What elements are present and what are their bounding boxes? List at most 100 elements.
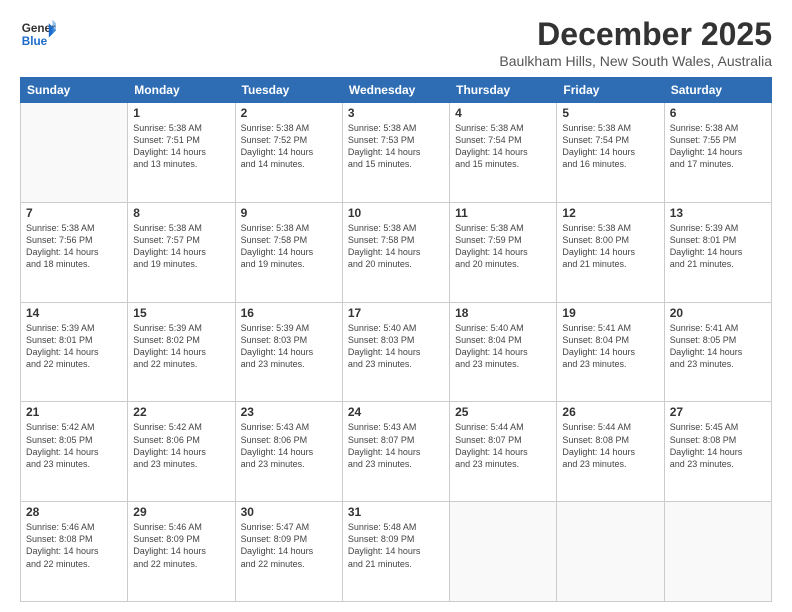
day-number: 3 [348,106,444,120]
calendar-cell: 30 Sunrise: 5:47 AMSunset: 8:09 PMDayligh… [235,502,342,602]
calendar-cell: 14Sunrise: 5:39 AMSunset: 8:01 PMDayligh… [21,302,128,402]
day-number: 11 [455,206,551,220]
day-number: 6 [670,106,766,120]
calendar-cell: 21 Sunrise: 5:42 AMSunset: 8:05 PMDayligh… [21,402,128,502]
cell-info: Sunrise: 5:38 AMSunset: 7:55 PMDaylight:… [670,122,766,171]
cell-info: Sunrise: 5:38 AMSunset: 7:53 PMDaylight:… [348,122,444,171]
calendar-cell: 1Sunrise: 5:38 AMSunset: 7:51 PMDaylight… [128,103,235,203]
day-header-wednesday: Wednesday [342,78,449,103]
calendar-cell: 24 Sunrise: 5:43 AMSunset: 8:07 PMDayligh… [342,402,449,502]
week-row-2: 14Sunrise: 5:39 AMSunset: 8:01 PMDayligh… [21,302,772,402]
day-number: 27 [670,405,766,419]
day-number: 21 [26,405,122,419]
calendar-cell [21,103,128,203]
day-number: 10 [348,206,444,220]
week-row-1: 7 Sunrise: 5:38 AMSunset: 7:56 PMDaylight… [21,202,772,302]
calendar-cell: 23Sunrise: 5:43 AMSunset: 8:06 PMDayligh… [235,402,342,502]
day-number: 19 [562,306,658,320]
day-header-tuesday: Tuesday [235,78,342,103]
day-number: 7 [26,206,122,220]
week-row-3: 21 Sunrise: 5:42 AMSunset: 8:05 PMDayligh… [21,402,772,502]
cell-info: Sunrise: 5:38 AMSunset: 7:57 PMDaylight:… [133,222,229,271]
calendar-cell: 16 Sunrise: 5:39 AMSunset: 8:03 PMDayligh… [235,302,342,402]
location: Baulkham Hills, New South Wales, Austral… [499,53,772,69]
day-number: 2 [241,106,337,120]
cell-info: Sunrise: 5:38 AMSunset: 7:51 PMDaylight:… [133,122,229,171]
calendar-cell [557,502,664,602]
calendar-cell: 3 Sunrise: 5:38 AMSunset: 7:53 PMDaylight… [342,103,449,203]
title-block: December 2025 Baulkham Hills, New South … [499,16,772,69]
day-number: 24 [348,405,444,419]
cell-info: Sunrise: 5:41 AMSunset: 8:05 PMDaylight:… [670,322,766,371]
cell-info: Sunrise: 5:40 AMSunset: 8:03 PMDaylight:… [348,322,444,371]
day-number: 26 [562,405,658,419]
calendar-table: SundayMondayTuesdayWednesdayThursdayFrid… [20,77,772,602]
page: General Blue December 2025 Baulkham Hill… [0,0,792,612]
day-header-thursday: Thursday [450,78,557,103]
calendar-cell: 18Sunrise: 5:40 AMSunset: 8:04 PMDayligh… [450,302,557,402]
cell-info: Sunrise: 5:46 AMSunset: 8:08 PMDaylight:… [26,521,122,570]
day-header-friday: Friday [557,78,664,103]
cell-info: Sunrise: 5:38 AMSunset: 7:56 PMDaylight:… [26,222,122,271]
calendar-cell [664,502,771,602]
calendar-cell: 7 Sunrise: 5:38 AMSunset: 7:56 PMDaylight… [21,202,128,302]
day-number: 5 [562,106,658,120]
day-number: 12 [562,206,658,220]
cell-info: Sunrise: 5:38 AMSunset: 7:54 PMDaylight:… [562,122,658,171]
day-number: 14 [26,306,122,320]
cell-info: Sunrise: 5:47 AMSunset: 8:09 PMDaylight:… [241,521,337,570]
calendar-cell: 29 Sunrise: 5:46 AMSunset: 8:09 PMDayligh… [128,502,235,602]
calendar-cell: 26Sunrise: 5:44 AMSunset: 8:08 PMDayligh… [557,402,664,502]
calendar-cell: 19Sunrise: 5:41 AMSunset: 8:04 PMDayligh… [557,302,664,402]
calendar-cell: 8Sunrise: 5:38 AMSunset: 7:57 PMDaylight… [128,202,235,302]
day-number: 17 [348,306,444,320]
header: General Blue December 2025 Baulkham Hill… [20,16,772,69]
day-header-saturday: Saturday [664,78,771,103]
cell-info: Sunrise: 5:45 AMSunset: 8:08 PMDaylight:… [670,421,766,470]
cell-info: Sunrise: 5:38 AMSunset: 8:00 PMDaylight:… [562,222,658,271]
calendar-cell: 28 Sunrise: 5:46 AMSunset: 8:08 PMDayligh… [21,502,128,602]
cell-info: Sunrise: 5:42 AMSunset: 8:05 PMDaylight:… [26,421,122,470]
day-number: 4 [455,106,551,120]
month-title: December 2025 [499,16,772,53]
svg-text:Blue: Blue [22,35,48,48]
day-number: 28 [26,505,122,519]
day-number: 31 [348,505,444,519]
calendar-cell: 22 Sunrise: 5:42 AMSunset: 8:06 PMDayligh… [128,402,235,502]
day-number: 22 [133,405,229,419]
calendar-cell: 5 Sunrise: 5:38 AMSunset: 7:54 PMDaylight… [557,103,664,203]
day-number: 13 [670,206,766,220]
cell-info: Sunrise: 5:38 AMSunset: 7:54 PMDaylight:… [455,122,551,171]
calendar-cell: 31 Sunrise: 5:48 AMSunset: 8:09 PMDayligh… [342,502,449,602]
calendar-cell: 2 Sunrise: 5:38 AMSunset: 7:52 PMDaylight… [235,103,342,203]
day-number: 23 [241,405,337,419]
calendar-cell: 10Sunrise: 5:38 AMSunset: 7:58 PMDayligh… [342,202,449,302]
logo: General Blue [20,16,56,52]
day-header-monday: Monday [128,78,235,103]
calendar-cell: 6 Sunrise: 5:38 AMSunset: 7:55 PMDaylight… [664,103,771,203]
day-number: 25 [455,405,551,419]
calendar-cell: 13Sunrise: 5:39 AMSunset: 8:01 PMDayligh… [664,202,771,302]
week-row-0: 1Sunrise: 5:38 AMSunset: 7:51 PMDaylight… [21,103,772,203]
cell-info: Sunrise: 5:42 AMSunset: 8:06 PMDaylight:… [133,421,229,470]
logo-icon: General Blue [20,16,56,52]
calendar-cell: 15Sunrise: 5:39 AMSunset: 8:02 PMDayligh… [128,302,235,402]
calendar-cell [450,502,557,602]
cell-info: Sunrise: 5:38 AMSunset: 7:52 PMDaylight:… [241,122,337,171]
cell-info: Sunrise: 5:43 AMSunset: 8:07 PMDaylight:… [348,421,444,470]
calendar-cell: 11Sunrise: 5:38 AMSunset: 7:59 PMDayligh… [450,202,557,302]
calendar-cell: 4 Sunrise: 5:38 AMSunset: 7:54 PMDaylight… [450,103,557,203]
cell-info: Sunrise: 5:38 AMSunset: 7:58 PMDaylight:… [241,222,337,271]
day-header-sunday: Sunday [21,78,128,103]
day-number: 29 [133,505,229,519]
cell-info: Sunrise: 5:46 AMSunset: 8:09 PMDaylight:… [133,521,229,570]
calendar-cell: 27 Sunrise: 5:45 AMSunset: 8:08 PMDayligh… [664,402,771,502]
calendar-cell: 20Sunrise: 5:41 AMSunset: 8:05 PMDayligh… [664,302,771,402]
day-number: 16 [241,306,337,320]
cell-info: Sunrise: 5:44 AMSunset: 8:07 PMDaylight:… [455,421,551,470]
cell-info: Sunrise: 5:48 AMSunset: 8:09 PMDaylight:… [348,521,444,570]
calendar-cell: 25 Sunrise: 5:44 AMSunset: 8:07 PMDayligh… [450,402,557,502]
day-number: 30 [241,505,337,519]
cell-info: Sunrise: 5:39 AMSunset: 8:03 PMDaylight:… [241,322,337,371]
day-number: 9 [241,206,337,220]
